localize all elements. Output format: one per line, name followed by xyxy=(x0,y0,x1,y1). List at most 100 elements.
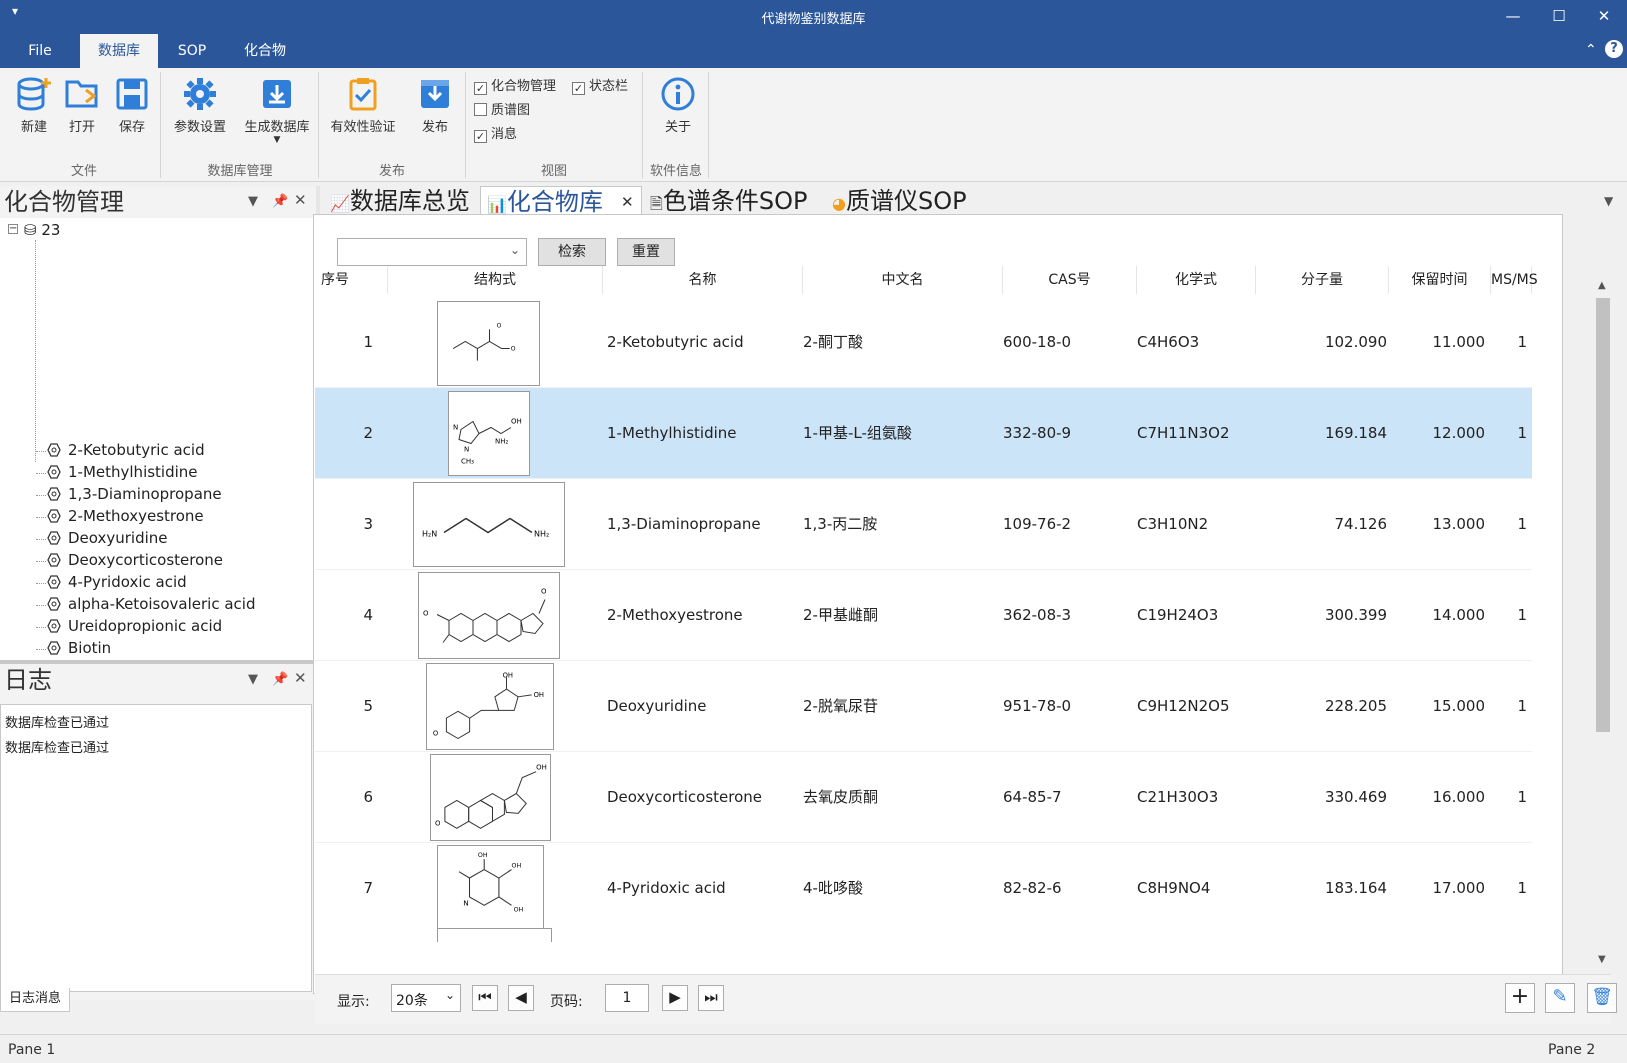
collapse-ribbon-icon[interactable]: ⌃ xyxy=(1585,42,1597,58)
column-header[interactable]: 名称 xyxy=(603,266,803,294)
svg-text:OH: OH xyxy=(536,764,547,772)
column-header[interactable]: MS/MS xyxy=(1491,266,1538,294)
column-header[interactable]: CAS号 xyxy=(1003,266,1137,294)
page-size-select[interactable]: 20条 ⌄ xyxy=(391,984,461,1012)
scroll-down-icon[interactable]: ▼ xyxy=(1598,954,1606,965)
check-compound-mgmt[interactable]: ✓ 化合物管理 xyxy=(474,78,556,96)
check-mass-spectrum[interactable]: 质谱图 xyxy=(474,102,530,120)
cell-ms: 1 xyxy=(1517,788,1527,806)
menu-tab-file[interactable]: File xyxy=(14,34,66,68)
column-header[interactable]: 分子量 xyxy=(1256,266,1389,294)
pin-icon[interactable]: 📌 xyxy=(272,672,288,687)
group-label-view: 视图 xyxy=(540,164,567,179)
menu-tab-sop[interactable]: SOP xyxy=(170,34,214,68)
check-messages[interactable]: ✓ 消息 xyxy=(474,126,517,144)
compound-tree-item[interactable]: 2-Methoxyestrone xyxy=(46,506,204,527)
dropdown-arrow-icon[interactable]: ▼ xyxy=(238,135,316,145)
molecule-icon xyxy=(46,464,62,479)
tab-list-dropdown-icon[interactable]: ▼ xyxy=(1604,194,1613,208)
reset-button[interactable]: 重置 xyxy=(617,238,675,266)
tab-label: 化合物库 xyxy=(506,188,603,216)
cell-no: 1 xyxy=(363,333,373,351)
prev-page-button[interactable]: ◀ xyxy=(508,985,534,1011)
open-button[interactable]: 打开 xyxy=(62,76,102,135)
column-header[interactable]: 保留时间 xyxy=(1389,266,1491,294)
compound-tree-item[interactable]: Biotin xyxy=(46,638,111,659)
publish-button[interactable]: 发布 xyxy=(413,76,457,135)
trash-icon: 🗑 xyxy=(1591,987,1613,1007)
tree-root[interactable]: ⛁ 23 xyxy=(24,221,60,239)
delete-button[interactable]: 🗑 xyxy=(1587,983,1617,1013)
check-statusbar[interactable]: ✓ 状态栏 xyxy=(572,78,628,96)
pin-icon[interactable]: 📌 xyxy=(272,194,288,209)
settings-button[interactable]: 参数设置 xyxy=(168,76,232,135)
column-header[interactable]: 结构式 xyxy=(388,266,603,294)
tree-branch-line xyxy=(36,583,46,584)
panel-close-icon[interactable]: ✕ xyxy=(294,191,307,209)
search-button[interactable]: 检索 xyxy=(538,238,606,266)
scroll-up-icon[interactable]: ▲ xyxy=(1598,280,1606,291)
cell-mw: 74.126 xyxy=(1334,515,1388,533)
compound-tree-item[interactable]: 1-Methylhistidine xyxy=(46,462,198,483)
tab-db-overview[interactable]: 📈数据库总览 xyxy=(326,186,478,216)
cell-formula: C4H6O3 xyxy=(1137,333,1200,351)
tree-branch-line xyxy=(36,627,46,628)
page-input[interactable]: 1 xyxy=(605,984,649,1012)
tab-ms-sop[interactable]: ◕质谱仪SOP xyxy=(832,186,1002,216)
cell-cn: 2-酮丁酸 xyxy=(803,333,863,351)
compound-tree-item[interactable]: 2-Ketobutyric acid xyxy=(46,440,205,461)
save-button[interactable]: 保存 xyxy=(112,76,152,135)
log-list: 数据库检查已通过 数据库检查已通过 xyxy=(0,704,312,992)
scrollbar-thumb[interactable] xyxy=(1596,298,1610,732)
cell-rt: 11.000 xyxy=(1432,333,1486,351)
first-page-button[interactable]: ⏮ xyxy=(472,985,498,1011)
menu-tab-database[interactable]: 数据库 xyxy=(80,34,158,68)
panel-close-icon[interactable]: ✕ xyxy=(294,669,307,687)
compound-tree-item[interactable]: 1,3-Diaminopropane xyxy=(46,484,222,505)
cell-formula: C3H10N2 xyxy=(1137,515,1209,533)
vertical-scrollbar[interactable]: ▲ ▼ xyxy=(1594,276,1612,970)
compound-tree-item[interactable]: 4-Pyridoxic acid xyxy=(46,572,187,593)
tree-branch-line xyxy=(36,495,46,496)
edit-button[interactable]: ✎ xyxy=(1545,983,1575,1013)
svg-text:OH: OH xyxy=(511,418,522,426)
column-header[interactable]: 序号 xyxy=(315,266,388,294)
minimize-icon[interactable]: — xyxy=(1490,0,1536,34)
tab-compound-lib[interactable]: 📊化合物库 ✕ xyxy=(480,186,642,216)
tree-branch-line xyxy=(36,605,46,606)
svg-text:NH₂: NH₂ xyxy=(534,530,549,539)
pencil-icon: ✎ xyxy=(1552,986,1568,1007)
search-combobox[interactable]: ⌄ xyxy=(337,238,527,266)
tab-close-icon[interactable]: ✕ xyxy=(621,187,634,217)
cell-mw: 228.205 xyxy=(1324,697,1387,715)
new-button[interactable]: 新建 xyxy=(14,76,54,135)
menu-tab-compound[interactable]: 化合物 xyxy=(230,34,300,68)
cell-no: 5 xyxy=(363,697,373,715)
generate-db-button[interactable]: 生成数据库 ▼ xyxy=(238,76,316,145)
maximize-icon[interactable]: ☐ xyxy=(1536,0,1582,34)
column-header[interactable]: 化学式 xyxy=(1137,266,1256,294)
help-icon[interactable]: ? xyxy=(1605,40,1623,58)
panel-dropdown-icon[interactable]: ▼ xyxy=(248,194,258,209)
column-header[interactable]: 中文名 xyxy=(803,266,1003,294)
last-page-button[interactable]: ⏭ xyxy=(698,985,724,1011)
cell-no: 2 xyxy=(363,424,373,442)
chevron-down-icon: ⌄ xyxy=(444,988,455,1002)
validate-button[interactable]: 有效性验证 xyxy=(326,76,400,135)
database-new-icon xyxy=(17,77,51,111)
compound-tree-label: 2-Ketobutyric acid xyxy=(68,441,205,459)
next-page-button[interactable]: ▶ xyxy=(662,985,688,1011)
compound-tree-item[interactable]: alpha-Ketoisovaleric acid xyxy=(46,594,255,615)
tab-chromatography-sop[interactable]: 🗎色谱条件SOP xyxy=(650,186,830,216)
about-button[interactable]: 关于 xyxy=(656,76,700,135)
tree-collapse-icon[interactable]: − xyxy=(8,224,18,234)
add-button[interactable]: + xyxy=(1505,983,1535,1013)
cell-name: Deoxycorticosterone xyxy=(607,788,762,806)
compound-tree-item[interactable]: Deoxyuridine xyxy=(46,528,168,549)
close-icon[interactable]: ✕ xyxy=(1581,0,1627,34)
svg-text:N: N xyxy=(453,424,458,432)
panel-dropdown-icon[interactable]: ▼ xyxy=(248,672,258,687)
compound-tree-item[interactable]: Deoxycorticosterone xyxy=(46,550,223,571)
compound-tree-item[interactable]: Ureidopropionic acid xyxy=(46,616,222,637)
log-tab[interactable]: 日志消息 xyxy=(0,988,70,1012)
